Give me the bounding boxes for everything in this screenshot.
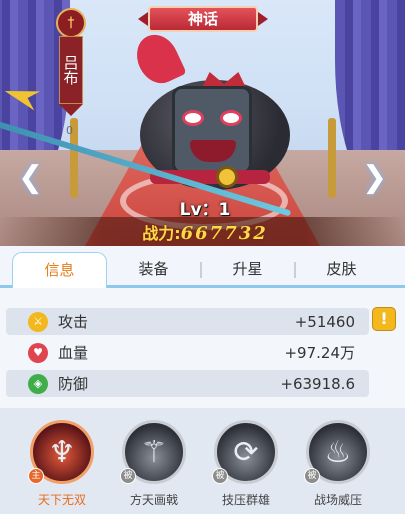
skill-type-badge: 被: [304, 468, 320, 484]
helmet-feather: [129, 27, 187, 91]
heart-icon: ♥: [28, 342, 48, 363]
flag-counter: 0: [66, 124, 73, 137]
skill-type-badge: 被: [120, 468, 136, 484]
stat-row-attack: ⚔ 攻击 +51460: [6, 308, 369, 335]
belt-buckle: [216, 166, 238, 188]
skill-type-badge: 主: [28, 468, 44, 484]
sword-icon: ⚔: [28, 311, 48, 332]
tab-equipment[interactable]: 装备: [106, 252, 201, 288]
skill-label: 天下无双: [37, 493, 86, 507]
rope-post-right: [328, 118, 336, 198]
skill-label: 战场威压: [313, 493, 362, 507]
hero-name: 吕布: [59, 36, 83, 104]
hero-stage: 神话 † 吕布 0 ❮ ❯ Lv：1 战力:667732: [0, 0, 405, 246]
hero-eye-right: [220, 110, 242, 126]
sword-emblem-icon: †: [56, 8, 86, 38]
skill-type-badge: 被: [212, 468, 228, 484]
stat-row-defense: ◈ 防御 +63918.6: [6, 370, 369, 397]
stats-panel: ⚔ 攻击 +51460 ♥ 血量 +97.24万 ◈ 防御 +63918.6 !: [0, 288, 405, 408]
stat-info-button[interactable]: !: [372, 307, 396, 331]
skill-tianxiawushuang[interactable]: ♆ 主 天下无双: [22, 420, 102, 510]
stat-row-hp: ♥ 血量 +97.24万: [6, 339, 369, 366]
stat-label: 攻击: [58, 313, 89, 331]
stat-label: 血量: [58, 344, 89, 362]
skill-zhanchangweiya[interactable]: ♨ 被 战场威压: [298, 420, 378, 510]
skill-jiyaqunxiong[interactable]: ⟳ 被 技压群雄: [206, 420, 286, 510]
stat-value: +51460: [294, 312, 355, 331]
skill-label: 方天画戟: [129, 493, 178, 507]
skill-label: 技压群雄: [221, 493, 270, 507]
power-value: 667732: [180, 223, 268, 244]
chevron-left-icon[interactable]: ❮: [18, 160, 43, 196]
tab-skins[interactable]: 皮肤: [294, 252, 389, 288]
stat-value: +97.24万: [284, 344, 355, 362]
power-label: 战力:: [142, 224, 181, 243]
stat-label: 防御: [58, 375, 89, 393]
rarity-banner: 神话: [148, 6, 258, 32]
skill-fangtianhuaji[interactable]: ⚚ 被 方天画戟: [114, 420, 194, 510]
tab-bar: 信息 装备 升星 皮肤: [0, 246, 405, 289]
combat-power: 战力:667732: [120, 220, 290, 244]
hero-name-tag: † 吕布: [56, 8, 86, 120]
name-tag-tail: [59, 104, 83, 116]
stat-value: +63918.6: [280, 374, 355, 393]
chevron-right-icon[interactable]: ❯: [362, 160, 387, 196]
tab-star-up[interactable]: 升星: [200, 252, 295, 288]
hero-eye-left: [182, 110, 204, 126]
skills-panel: ♆ 主 天下无双 ⚚ 被 方天画戟 ⟳ 被 技压群雄 ♨ 被 战场威压: [0, 408, 405, 514]
shield-icon: ◈: [28, 373, 48, 394]
tab-info[interactable]: 信息: [12, 252, 107, 289]
